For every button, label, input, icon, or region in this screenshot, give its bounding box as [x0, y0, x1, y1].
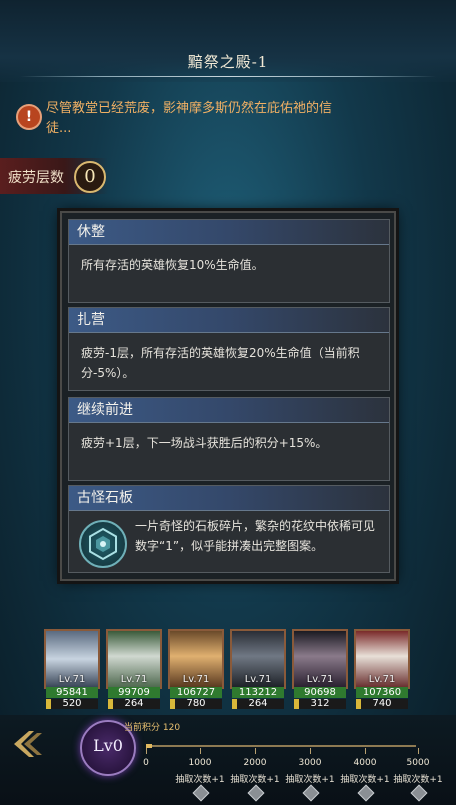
hexagon-rune-icon [79, 520, 127, 568]
option-title: 休整 [69, 220, 389, 245]
option-rest[interactable]: 休整 所有存活的英雄恢复10%生命值。 [68, 219, 390, 303]
milestone-tick [310, 748, 311, 754]
milestone-reward: 抽取次数+1 [393, 775, 443, 785]
hero-card[interactable]: Lv.71 95841 520 [44, 629, 100, 711]
option-desc: 所有存活的英雄恢复10%生命值。 [81, 258, 264, 272]
milestone-tick [200, 748, 201, 754]
milestone-value: 0 [143, 758, 149, 768]
hero-energy: 312 [294, 699, 346, 709]
hero-level: Lv.71 [182, 674, 210, 685]
option-desc: 一片奇怪的石板碎片，繁杂的花纹中依稀可见数字“1”，似乎能拼凑出完整图案。 [135, 519, 376, 553]
option-desc: 疲劳+1层，下一场战斗获胜后的积分+15%。 [81, 436, 328, 450]
milestone-tick [146, 748, 147, 754]
hero-hp: 90698 [294, 687, 346, 698]
hero-level: Lv.71 [368, 674, 396, 685]
hero-energy: 264 [108, 699, 160, 709]
milestone-value: 2000 [243, 758, 267, 768]
milestone-value: 3000 [298, 758, 322, 768]
option-title: 扎营 [69, 308, 389, 333]
hero-energy-value: 740 [372, 698, 392, 709]
hero-energy: 740 [356, 699, 408, 709]
hero-hp: 106727 [170, 687, 222, 698]
hero-level: Lv.71 [244, 674, 272, 685]
event-options-panel: 休整 所有存活的英雄恢复10%生命值。 扎营 疲劳-1层，所有存活的英雄恢复20… [60, 211, 396, 581]
hero-card[interactable]: Lv.71 90698 312 [292, 629, 348, 711]
milestone-tick [255, 748, 256, 754]
option-stone-tablet[interactable]: 古怪石板 一片奇怪的石板碎片，繁杂的花纹中依稀可见数字“1”，似乎能拼凑出完整图… [68, 485, 390, 573]
fatigue-indicator: 疲劳层数 0 [0, 158, 108, 194]
hero-energy-value: 312 [310, 698, 330, 709]
hero-energy-value: 264 [248, 698, 268, 709]
hero-level: Lv.71 [58, 674, 86, 685]
hero-level: Lv.71 [306, 674, 334, 685]
hero-energy-value: 264 [124, 698, 144, 709]
hero-hp: 113212 [232, 687, 284, 698]
hero-card[interactable]: Lv.71 106727 780 [168, 629, 224, 711]
hero-card[interactable]: Lv.71 99709 264 [106, 629, 162, 711]
hero-hp: 107360 [356, 687, 408, 698]
option-title: 古怪石板 [69, 486, 389, 511]
fatigue-count: 0 [74, 161, 106, 193]
option-title: 继续前进 [69, 398, 389, 423]
notice-text: 尽管教堂已经荒废，影神摩多斯仍然在庇佑祂的信徒... [46, 101, 333, 136]
header-divider [20, 76, 436, 77]
option-continue[interactable]: 继续前进 疲劳+1层，下一场战斗获胜后的积分+15%。 [68, 397, 390, 481]
hero-energy: 780 [170, 699, 222, 709]
milestone-value: 1000 [188, 758, 212, 768]
milestone-value: 4000 [353, 758, 377, 768]
back-arrow-icon[interactable] [10, 725, 48, 763]
level-badge-text: Lv0 [93, 736, 123, 755]
option-desc: 疲劳-1层，所有存活的英雄恢复20%生命值（当前积分-5%）。 [81, 346, 360, 380]
hero-energy-value: 520 [62, 698, 82, 709]
hero-level: Lv.71 [120, 674, 148, 685]
hero-energy: 520 [46, 699, 98, 709]
header-bar: 黯祭之殿-1 [0, 0, 456, 82]
current-score: 当前积分 120 [124, 723, 181, 733]
hero-energy-value: 780 [186, 698, 206, 709]
hero-energy: 264 [232, 699, 284, 709]
milestone-tick [418, 748, 419, 754]
hero-hp: 99709 [108, 687, 160, 698]
fatigue-label: 疲劳层数 [8, 170, 64, 186]
milestone-tick [365, 748, 366, 754]
milestone-value: 5000 [406, 758, 430, 768]
exclamation-icon: ! [16, 104, 42, 130]
hero-card[interactable]: Lv.71 113212 264 [230, 629, 286, 711]
hero-hp: 95841 [46, 687, 98, 698]
score-track [146, 745, 416, 747]
option-camp[interactable]: 扎营 疲劳-1层，所有存活的英雄恢复20%生命值（当前积分-5%）。 [68, 307, 390, 391]
hero-card[interactable]: Lv.71 107360 740 [354, 629, 410, 711]
hero-roster: Lv.71 95841 520 Lv.71 99709 264 Lv.71 10… [44, 629, 416, 713]
page-title: 黯祭之殿-1 [187, 53, 269, 71]
